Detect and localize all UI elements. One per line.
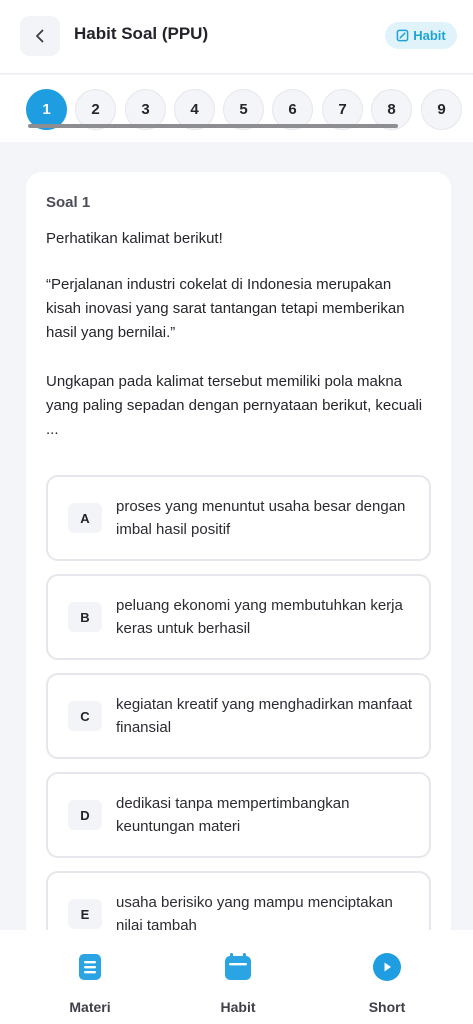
nav-materi-label: Materi bbox=[69, 999, 111, 1015]
chevron-left-icon bbox=[36, 29, 44, 43]
question-quote: “Perjalanan industri cokelat di Indonesi… bbox=[46, 276, 405, 341]
option-a[interactable]: A proses yang menuntut usaha besar denga… bbox=[46, 475, 431, 561]
back-button[interactable] bbox=[20, 16, 60, 56]
question-prompt: Ungkapan pada kalimat tersebut memiliki … bbox=[46, 373, 423, 438]
option-letter: C bbox=[68, 701, 102, 731]
nav-materi[interactable]: Materi bbox=[35, 952, 145, 1022]
question-number-strip: 1 2 3 4 5 6 7 8 9 bbox=[0, 75, 473, 142]
option-letter: B bbox=[68, 602, 102, 632]
option-d[interactable]: D dedikasi tanpa mempertimbangkan keuntu… bbox=[46, 772, 431, 858]
option-letter: D bbox=[68, 800, 102, 830]
option-c[interactable]: C kegiatan kreatif yang menghadirkan man… bbox=[46, 673, 431, 759]
question-card: Soal 1 Perhatikan kalimat berikut! “Perj… bbox=[26, 172, 451, 957]
calendar-icon bbox=[225, 953, 251, 980]
habit-button-label: Habit bbox=[413, 28, 446, 43]
nav-habit[interactable]: Habit bbox=[183, 952, 293, 1022]
option-text: kegiatan kreatif yang menghadirkan manfa… bbox=[116, 696, 413, 736]
option-letter: E bbox=[68, 899, 102, 929]
horizontal-scrollbar[interactable] bbox=[28, 124, 398, 128]
question-label: Soal 1 bbox=[46, 194, 91, 211]
question-intro: Perhatikan kalimat berikut! bbox=[46, 230, 223, 247]
option-b[interactable]: B peluang ekonomi yang membutuhkan kerja… bbox=[46, 574, 431, 660]
top-bar: Habit Soal (PPU) Habit bbox=[0, 0, 473, 74]
option-text: dedikasi tanpa mempertimbangkan keuntung… bbox=[116, 795, 350, 835]
option-letter: A bbox=[68, 503, 102, 533]
habit-button[interactable]: Habit bbox=[385, 22, 457, 49]
play-icon bbox=[373, 953, 401, 981]
option-text: proses yang menuntut usaha besar dengan … bbox=[116, 498, 406, 538]
nav-short-label: Short bbox=[368, 999, 406, 1015]
option-text: peluang ekonomi yang membutuhkan kerja k… bbox=[116, 597, 403, 637]
bottom-navigation: Materi Habit Short bbox=[0, 930, 473, 1024]
question-number-9[interactable]: 9 bbox=[421, 89, 462, 130]
nav-habit-label: Habit bbox=[220, 999, 256, 1015]
document-icon bbox=[79, 954, 101, 980]
nav-short[interactable]: Short bbox=[332, 952, 442, 1022]
page-title: Habit Soal (PPU) bbox=[74, 24, 209, 43]
edit-icon bbox=[396, 29, 409, 42]
